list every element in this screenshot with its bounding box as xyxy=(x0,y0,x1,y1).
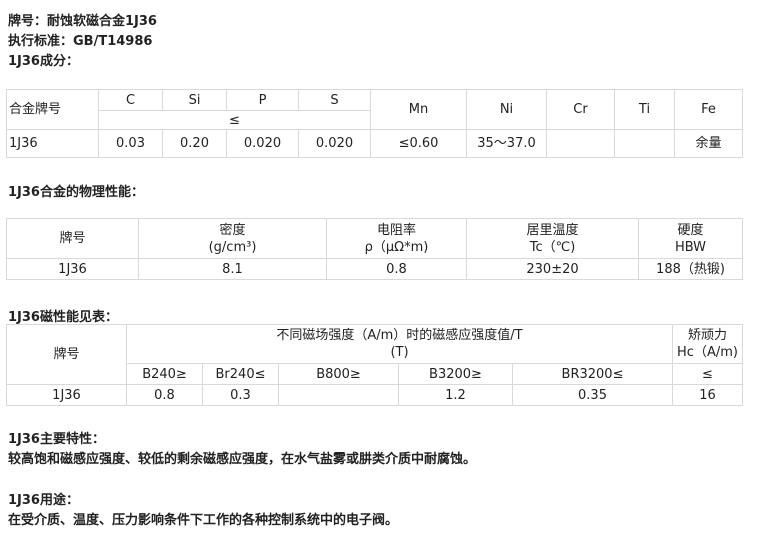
value-fe: 余量 xyxy=(674,129,743,158)
sub-b240: B240≥ xyxy=(126,363,203,385)
standard-line: 执行标准：GB/T14986 xyxy=(8,34,153,49)
curie-label: 居里温度 xyxy=(526,222,579,238)
b240-value: 0.8 xyxy=(126,384,203,406)
value-ni: 35～37.0 xyxy=(466,129,547,158)
grade-cell: 1J36 xyxy=(6,129,99,158)
element-si: Si xyxy=(162,89,227,111)
magnetic-grade-header: 牌号 xyxy=(6,324,127,385)
induction-unit: (T) xyxy=(390,345,409,360)
value-ti xyxy=(614,129,675,158)
sub-b800: B800≥ xyxy=(278,363,399,385)
br3200-value: 0.35 xyxy=(512,384,673,406)
value-cr xyxy=(546,129,615,158)
grade-line: 牌号：耐蚀软磁合金1J36 xyxy=(8,14,157,29)
resistivity-value: 0.8 xyxy=(326,258,467,280)
sub-br240: Br240≤ xyxy=(202,363,279,385)
resistivity-label: 电阻率 xyxy=(376,222,416,238)
physical-grade-header: 牌号 xyxy=(6,218,139,259)
curie-value: 230±20 xyxy=(466,258,639,280)
value-p: 0.020 xyxy=(226,129,299,158)
sub-hc-le: ≤ xyxy=(672,363,743,385)
physical-table: 牌号 密度 (g/cm³) 电阻率 ρ（μΩ*m) 居里温度 Tc（℃) 硬度 … xyxy=(6,218,743,280)
value-si: 0.20 xyxy=(162,129,227,158)
curie-header: 居里温度 Tc（℃) xyxy=(466,218,639,259)
element-mn: Mn xyxy=(370,89,467,130)
hc-value: 16 xyxy=(672,384,743,406)
element-fe: Fe xyxy=(674,89,743,130)
element-c: C xyxy=(98,89,163,111)
resistivity-header: 电阻率 ρ（μΩ*m) xyxy=(326,218,467,259)
density-value: 8.1 xyxy=(138,258,327,280)
alloy-grade-header: 合金牌号 xyxy=(6,89,99,130)
element-p: P xyxy=(226,89,299,111)
element-ni: Ni xyxy=(466,89,547,130)
value-mn: ≤0.60 xyxy=(370,129,467,158)
br240-value: 0.3 xyxy=(202,384,279,406)
curie-unit: Tc（℃) xyxy=(529,239,576,255)
induction-label: 不同磁场强度（A/m）时的磁感应强度值/T xyxy=(276,328,523,343)
sub-br3200: BR3200≤ xyxy=(512,363,673,385)
b3200-value: 1.2 xyxy=(398,384,513,406)
element-ti: Ti xyxy=(614,89,675,130)
features-text: 较高饱和磁感应强度、较低的剩余磁感应强度，在水气盐雾或肼类介质中耐腐蚀。 xyxy=(8,452,477,467)
density-unit: (g/cm³) xyxy=(208,239,257,255)
coercivity-label: 矫顽力 xyxy=(687,328,727,343)
le-symbol: ≤ xyxy=(98,110,371,130)
coercivity-unit: Hc（A/m) xyxy=(677,345,738,360)
density-header: 密度 (g/cm³) xyxy=(138,218,327,259)
magnetic-table: 牌号 不同磁场强度（A/m）时的磁感应强度值/T (T) 矫顽力 Hc（A/m)… xyxy=(6,324,743,406)
induction-header: 不同磁场强度（A/m）时的磁感应强度值/T (T) xyxy=(126,324,673,364)
usage-title: 1J36用途： xyxy=(8,493,79,508)
b800-value xyxy=(278,384,399,406)
sub-b3200: B3200≥ xyxy=(398,363,513,385)
density-label: 密度 xyxy=(219,222,246,238)
element-s: S xyxy=(298,89,371,111)
magnetic-title: 1J36磁性能见表： xyxy=(8,310,118,325)
physical-grade-cell: 1J36 xyxy=(6,258,139,280)
resistivity-unit: ρ（μΩ*m) xyxy=(364,239,429,255)
value-c: 0.03 xyxy=(98,129,163,158)
composition-table: 合金牌号 C Si P S Mn Ni Cr Ti Fe ≤ 1J36 0.03… xyxy=(6,89,743,158)
hardness-label: 硬度 xyxy=(677,222,704,238)
hardness-unit: HBW xyxy=(674,239,707,255)
coercivity-header: 矫顽力 Hc（A/m) xyxy=(672,324,743,364)
features-title: 1J36主要特性： xyxy=(8,432,105,447)
element-cr: Cr xyxy=(546,89,615,130)
physical-title: 1J36合金的物理性能： xyxy=(8,185,144,200)
value-s: 0.020 xyxy=(298,129,371,158)
hardness-value: 188（热锻) xyxy=(638,258,743,280)
usage-text: 在受介质、温度、压力影响条件下工作的各种控制系统中的电子阀。 xyxy=(8,513,399,528)
hardness-header: 硬度 HBW xyxy=(638,218,743,259)
magnetic-grade-cell: 1J36 xyxy=(6,384,127,406)
composition-title: 1J36成分： xyxy=(8,54,79,69)
